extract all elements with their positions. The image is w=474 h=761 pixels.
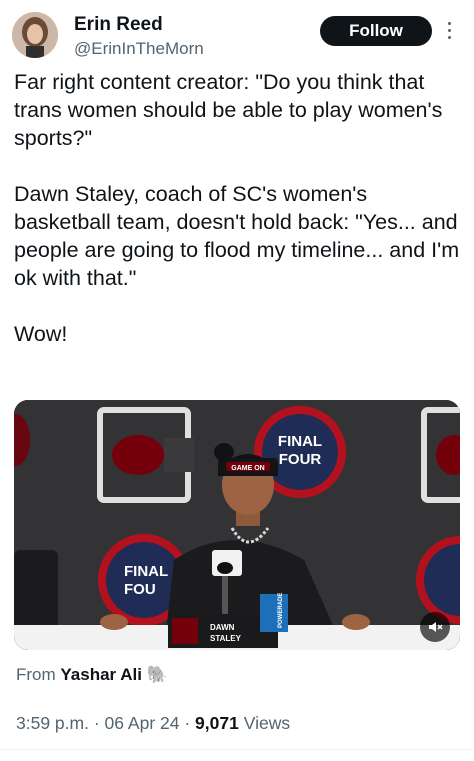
tweet-video[interactable]: FINAL FOUR FINAL FOU GAME ON DAWN STALEY… xyxy=(14,400,460,650)
svg-text:DAWN: DAWN xyxy=(210,623,235,632)
meta-separator: · xyxy=(184,713,191,733)
meta-separator: · xyxy=(93,713,100,733)
svg-text:FOUR: FOUR xyxy=(279,451,322,468)
tweet-date[interactable]: 06 Apr 24 xyxy=(105,713,180,733)
svg-text:FINAL: FINAL xyxy=(278,433,322,450)
author-name[interactable]: Erin Reed xyxy=(74,14,163,36)
author-handle[interactable]: @ErinInTheMorn xyxy=(74,39,204,59)
elephant-emoji: 🐘 xyxy=(146,665,168,684)
views-count: 9,071 xyxy=(195,713,239,733)
tweet-meta: 3:59 p.m. · 06 Apr 24 · 9,071 Views xyxy=(16,712,290,734)
more-options-icon[interactable] xyxy=(444,18,454,44)
svg-text:STALEY: STALEY xyxy=(210,634,242,643)
source-attribution: From Yashar Ali 🐘 xyxy=(16,664,168,686)
svg-text:GAME ON: GAME ON xyxy=(231,465,264,472)
avatar[interactable] xyxy=(12,12,58,58)
attribution-prefix: From xyxy=(16,665,56,684)
svg-text:POWERADE: POWERADE xyxy=(278,593,284,628)
tweet-text: Far right content creator: "Do you think… xyxy=(14,70,460,346)
divider xyxy=(0,749,474,750)
tweet-time[interactable]: 3:59 p.m. xyxy=(16,713,89,733)
mute-toggle-button[interactable] xyxy=(420,612,450,642)
attribution-source-link[interactable]: Yashar Ali xyxy=(60,665,142,684)
follow-button[interactable]: Follow xyxy=(320,16,432,46)
svg-text:FINAL: FINAL xyxy=(124,563,168,580)
tweet-header: Erin Reed @ErinInTheMorn Follow xyxy=(12,8,462,60)
speaker-muted-icon xyxy=(429,622,443,632)
views-label: Views xyxy=(243,713,291,733)
video-frame: FINAL FOUR FINAL FOU GAME ON DAWN STALEY… xyxy=(14,400,460,650)
svg-text:FOU: FOU xyxy=(124,581,156,598)
